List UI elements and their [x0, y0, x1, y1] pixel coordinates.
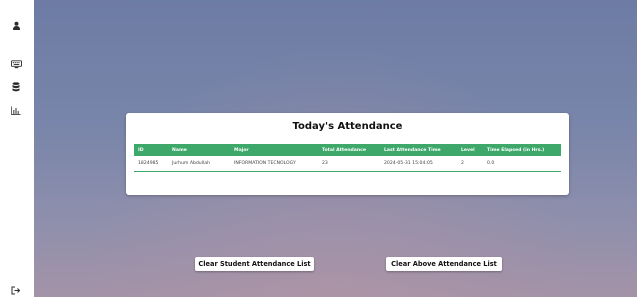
col-name: Name: [172, 147, 187, 153]
col-level: Level: [461, 147, 475, 153]
cell-id: 1824985: [138, 161, 159, 166]
clear-student-attendance-button[interactable]: Clear Student Attendance List: [195, 257, 314, 271]
cell-level: 2: [461, 161, 464, 166]
col-major: Major: [234, 147, 249, 153]
table-row: 1824985 Jurhum Abdullah INFORMATION TECN…: [134, 156, 561, 172]
user-icon[interactable]: [9, 18, 23, 32]
col-last-attendance-time: Last Attendance Time: [384, 147, 441, 153]
attendance-card: Today's Attendance ID Name Major Total A…: [126, 113, 569, 195]
col-time-elapsed: Time Elapsed (in Hrs.): [487, 147, 545, 153]
clear-above-attendance-button[interactable]: Clear Above Attendance List: [386, 257, 502, 271]
col-total-attendance: Total Attendance: [322, 147, 366, 153]
attendance-title: Today's Attendance: [292, 121, 403, 132]
keyboard-icon[interactable]: [9, 57, 23, 71]
database-icon[interactable]: [9, 80, 23, 94]
cell-name: Jurhum Abdullah: [172, 161, 210, 166]
cell-time-elapsed: 0.0: [487, 161, 495, 166]
col-id: ID: [138, 147, 144, 153]
sidebar: [0, 0, 34, 297]
cell-total-attendance: 23: [322, 161, 328, 166]
cell-last-attendance-time: 2024-05-31 15:04:05: [384, 161, 433, 166]
chart-icon[interactable]: [9, 103, 23, 117]
cell-major: INFORMATION TECNOLOGY: [234, 161, 296, 166]
attendance-table: ID Name Major Total Attendance Last Atte…: [134, 144, 561, 172]
table-header: ID Name Major Total Attendance Last Atte…: [134, 144, 561, 156]
logout-icon[interactable]: [9, 283, 23, 297]
